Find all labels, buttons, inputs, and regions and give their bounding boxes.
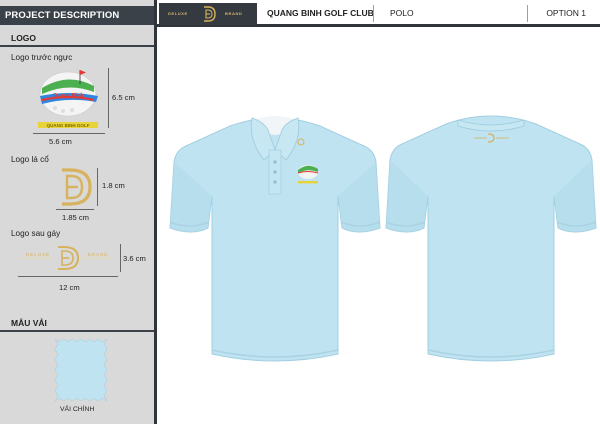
svg-text:DELUXE: DELUXE <box>26 252 50 257</box>
front-logo-wordmark: Quang Bình <box>53 93 85 99</box>
fabric-section-title: MẪU VẢI <box>11 318 47 328</box>
design-sheet: PROJECT DESCRIPTION LOGO Logo trước ngực… <box>0 0 600 424</box>
logo-section-divider <box>0 45 154 47</box>
sidebar: PROJECT DESCRIPTION LOGO Logo trước ngực… <box>0 0 157 424</box>
logo-section-title: LOGO <box>11 33 37 43</box>
collar-logo-width-line <box>56 209 94 210</box>
brand-logo: DELUXE BRAND <box>159 3 257 25</box>
header-divider <box>527 5 528 22</box>
collar-logo-label: Logo lá cổ <box>11 155 49 164</box>
front-logo-width-line <box>33 133 105 134</box>
polo-back-view <box>385 115 597 362</box>
collar-logo-graphic <box>62 168 92 206</box>
collar-logo-width: 1.85 cm <box>62 213 90 222</box>
brand-left-text: DELUXE <box>168 11 188 16</box>
collar-logo-height-line <box>97 168 98 206</box>
back-logo-width: 12 cm <box>59 283 80 292</box>
project-description-header: PROJECT DESCRIPTION <box>0 6 154 25</box>
polo-front-view <box>169 116 381 362</box>
front-logo-height: 6.5 cm <box>112 93 135 102</box>
option-label: OPTION 1 <box>546 8 586 18</box>
front-logo-graphic: QUANG BINH GOLF Quang Bình <box>38 70 98 128</box>
front-logo-label: Logo trước ngực <box>11 53 73 62</box>
brand-d-icon <box>204 6 216 22</box>
back-logo-width-line <box>18 276 118 277</box>
back-logo-label: Logo sau gáy <box>11 229 61 238</box>
fabric-swatch <box>55 339 107 401</box>
fabric-section-divider <box>0 330 154 332</box>
collar-logo-height: 1.8 cm <box>102 181 125 190</box>
back-logo-graphic: DELUXE BRAND <box>22 246 114 270</box>
front-logo-width: 5.6 cm <box>49 137 72 146</box>
top-header: DELUXE BRAND QUANG BINH GOLF CLUB POLO O… <box>157 0 600 27</box>
club-name: QUANG BINH GOLF CLUB <box>267 8 374 18</box>
header-divider <box>373 5 374 22</box>
fabric-caption: VẢI CHÍNH <box>60 406 95 413</box>
back-logo-height-line <box>120 244 121 272</box>
front-logo-height-line <box>108 68 109 128</box>
brand-right-text: BRAND <box>225 11 243 16</box>
product-type: POLO <box>390 8 414 18</box>
svg-text:BRAND: BRAND <box>88 252 109 257</box>
back-logo-height: 3.6 cm <box>123 254 146 263</box>
svg-text:QUANG BINH GOLF: QUANG BINH GOLF <box>47 123 90 128</box>
